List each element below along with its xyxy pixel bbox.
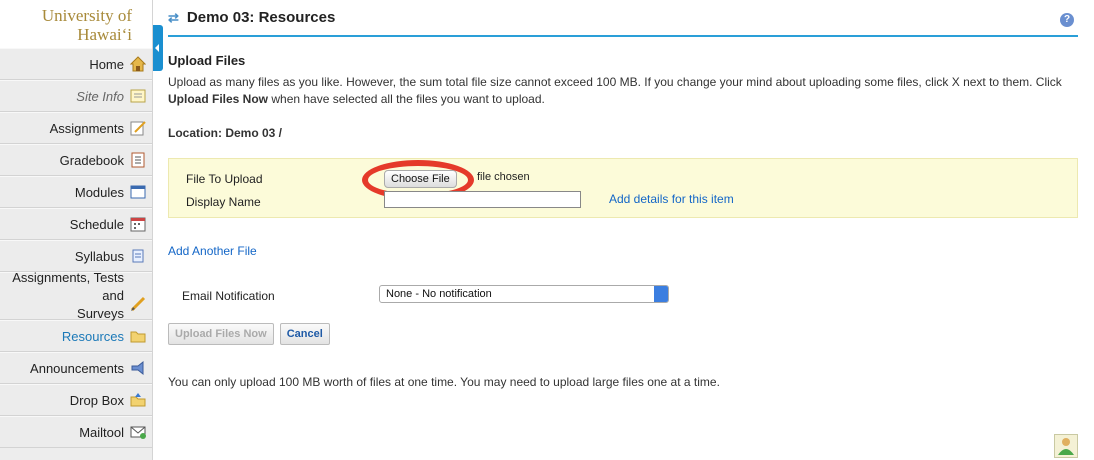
select-arrow-icon [654,286,668,302]
sidebar-item-gradebook[interactable]: Gradebook [0,144,152,176]
announcements-icon [130,360,146,376]
sidebar-item-label: Assignments [49,120,124,136]
sidebar-item-label: Schedule [69,216,124,232]
sidebar-item-label: Home [89,56,124,72]
sidebar-item-assignments[interactable]: Assignments [0,112,152,144]
sidebar-item-label: Gradebook [59,152,124,168]
upload-box: File To Upload Choose File file chosen D… [168,158,1078,218]
instructions: Upload as many files as you like. Howeve… [168,74,1078,108]
sidebar-item-label: Drop Box [69,392,124,408]
sidebar-item-home[interactable]: Home [0,48,152,80]
section-title: Upload Files [168,53,246,68]
reset-icon[interactable]: ⇄ [168,10,179,26]
label-line1: Assignments, Tests and [12,270,124,303]
add-details-link[interactable]: Add details for this item [609,192,734,206]
display-name-label: Display Name [186,195,261,209]
sidebar-item-site-info[interactable]: Site Info [0,80,152,112]
display-name-input[interactable] [384,191,581,208]
sidebar-item-label: Modules [74,184,124,200]
action-buttons: Upload Files Now Cancel [168,323,1078,345]
gradebook-icon [130,152,146,168]
sidebar-item-tests-surveys[interactable]: Assignments, Tests and Surveys [0,269,152,323]
add-another-file-link[interactable]: Add Another File [168,244,1078,258]
email-notification-value: None - No notification [386,288,492,300]
sidebar-item-label: Site Info [76,88,124,104]
instructions-bold: Upload Files Now [168,92,269,106]
label-line2: Surveys [77,306,124,321]
instructions-part1: Upload as many files as you like. Howeve… [168,75,1062,89]
modules-icon [130,184,146,200]
sidebar-item-resources[interactable]: Resources [0,320,152,352]
sidebar-item-announcements[interactable]: Announcements [0,352,152,384]
no-file-chosen-text: file chosen [477,171,530,183]
schedule-icon [130,216,146,232]
email-notification-select[interactable]: None - No notification [379,285,669,303]
email-notification-label: Email Notification [182,289,275,303]
page-title: Demo 03: Resources [186,9,336,26]
logo-line1: University of [41,6,132,25]
sidebar-item-label: Syllabus [74,248,124,264]
instructions-part2: when have selected all the files you wan… [268,92,545,106]
mail-icon [130,424,146,440]
email-notification-row: Email Notification None - No notificatio… [168,285,1078,307]
university-logo[interactable]: University of Hawai‘i [0,0,152,48]
help-icon[interactable]: ? [1060,13,1074,27]
dropbox-icon [130,392,146,408]
logo-line2: Hawai‘i [77,25,132,44]
sidebar-item-label: Resources [61,328,124,344]
location-path: Location: Demo 03 / [168,126,283,140]
sidebar: University of Hawai‘i Home Site Info Ass… [0,0,153,460]
sidebar-item-drop-box[interactable]: Drop Box [0,384,152,416]
assignments-icon [130,120,146,136]
upload-limit-note: You can only upload 100 MB worth of file… [168,375,720,389]
pencil-icon [130,296,146,312]
syllabus-icon [130,248,146,264]
sidebar-item-modules[interactable]: Modules [0,176,152,208]
cancel-button[interactable]: Cancel [279,323,330,345]
file-to-upload-label: File To Upload [186,172,263,186]
sidebar-item-syllabus[interactable]: Syllabus [0,240,152,272]
sidebar-item-label: Mailtool [79,424,124,440]
sidebar-item-label: Assignments, Tests and Surveys [0,269,124,323]
home-icon [129,56,147,72]
sidebar-item-mailtool[interactable]: Mailtool [0,416,152,448]
sidebar-item-label: Announcements [30,360,124,376]
site-info-icon [130,88,146,104]
upload-files-now-button[interactable]: Upload Files Now [168,323,274,345]
user-presence-icon[interactable] [1054,434,1078,458]
sidebar-item-schedule[interactable]: Schedule [0,208,152,240]
folder-icon [130,328,146,344]
tool-title-bar: ⇄ Demo 03: Resources ? [168,0,1078,37]
main-content: ⇄ Demo 03: Resources ? Upload Files Uplo… [168,0,1078,460]
collapse-sidebar-handle[interactable] [153,25,163,71]
